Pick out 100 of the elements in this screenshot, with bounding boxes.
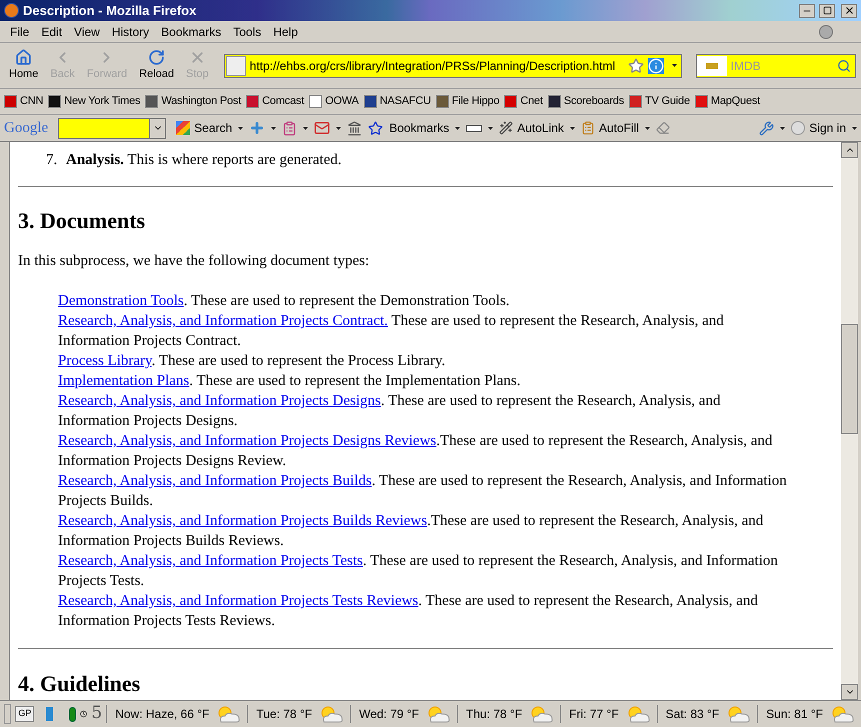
intro-text: In this subprocess, we have the following document types: [18, 252, 370, 271]
bookmark-link[interactable]: Washington Post [161, 93, 242, 110]
document-description: Research, Analysis, and Information Projects Builds. These are used to represent the Research, Analysis, and Information Projects Builds. [58, 472, 788, 511]
search-bar[interactable]: IMDB [696, 54, 856, 78]
document-description: Research, Analysis, and Information Projects Contract. These are used to represent the Research, Analysis, and Information Projects Contract. [58, 312, 725, 351]
document-description: Research, Analysis, and Information Projects Tests. These are used to represent the Research, Analysis, and Information Projects Tests. [58, 552, 779, 591]
clipboard-icon [580, 121, 595, 135]
bookmark-link[interactable]: Comcast [262, 93, 304, 110]
dropdown-caret-icon[interactable] [303, 126, 308, 130]
window-title: Description - Mozilla Firefox [23, 2, 198, 20]
minimize-button[interactable] [799, 4, 815, 18]
document-link[interactable]: Implementation Plans [58, 373, 190, 389]
menu-item[interactable]: Bookmarks [155, 22, 228, 40]
colored-squares-icon [176, 121, 190, 135]
search-button[interactable]: Search [176, 119, 232, 137]
menu-item[interactable]: View [68, 22, 106, 40]
site-icon [226, 56, 246, 76]
document-description: Process Library. These are used to represent the Process Library. [58, 352, 446, 371]
scroll-down-button[interactable] [841, 684, 858, 700]
maximize-icon [822, 6, 832, 15]
weather-text: Fri: 77 °F [569, 706, 619, 723]
sign-in-button[interactable]: Sign in [791, 119, 846, 137]
dropdown-caret-icon[interactable] [672, 64, 677, 67]
bookmark-link[interactable]: Scoreboards [564, 93, 624, 110]
document-link[interactable]: Research, Analysis, and Information Projects Tests Reviews [58, 593, 418, 609]
bookmark-link[interactable]: Cnet [520, 93, 543, 110]
document-link[interactable]: Research, Analysis, and Information Projects Designs Reviews [58, 433, 436, 449]
menu-item[interactable]: File [4, 22, 36, 40]
wrench-icon[interactable] [759, 120, 774, 136]
dropdown-caret-icon[interactable] [780, 126, 786, 130]
section-heading: 3. Documents [18, 207, 146, 235]
weather-text: Thu: 78 °F [466, 706, 522, 723]
dropdown-caret-icon[interactable] [271, 126, 276, 130]
document-description: Research, Analysis, and Information Projects Builds Reviews.These are used to represent the Research, Analysis, and Information Projects Builds Reviews. [58, 512, 764, 551]
activity-indicator-icon [819, 24, 833, 38]
document-link[interactable]: Process Library [58, 353, 152, 369]
list-number: 7. [46, 151, 58, 170]
field-icon[interactable] [466, 124, 482, 132]
magic-wand-icon [499, 121, 514, 135]
house-icon [15, 48, 32, 66]
address-field[interactable]: http://ehbs.org/crs/library/Integration/PRSs/Planning/Description.html [246, 56, 628, 74]
bookmark-link[interactable]: NASAFCU [380, 93, 431, 110]
weather-text: Wed: 79 °F [359, 706, 420, 723]
gp-badge[interactable]: GP [15, 706, 34, 722]
maximize-button[interactable] [819, 4, 835, 18]
address-bar[interactable]: http://ehbs.org/crs/library/Integration/PRSs/Planning/Description.html [224, 54, 682, 78]
bookmark-star-icon[interactable] [628, 58, 644, 74]
search-field[interactable]: IMDB [726, 56, 837, 74]
list-item-text: Analysis. This is where reports are generated. [66, 151, 342, 170]
close-button[interactable] [841, 4, 857, 18]
dropdown-caret-icon[interactable] [238, 126, 244, 130]
document-link[interactable]: Research, Analysis, and Information Projects Builds Reviews [58, 513, 428, 529]
star-icon[interactable] [368, 120, 384, 136]
document-link[interactable]: Research, Analysis, and Information Projects Designs [58, 393, 381, 409]
document-link[interactable]: Research, Analysis, and Information Projects Contract. [58, 313, 388, 329]
weather-text: Sun: 81 °F [766, 706, 823, 723]
document-description: Research, Analysis, and Information Projects Tests Reviews. These are used to represent the Research, Analysis, and Information Projects Tests Reviews. [58, 592, 759, 631]
menu-item[interactable]: Help [267, 22, 304, 40]
count-label: 5 [91, 702, 102, 726]
dropdown-caret-icon[interactable] [455, 126, 460, 130]
bookmark-link[interactable]: CNN [20, 93, 44, 110]
dropdown-caret-icon[interactable] [488, 126, 494, 130]
building-icon[interactable] [347, 120, 362, 136]
bookmark-link[interactable]: OOWA [325, 93, 359, 110]
document-description: Research, Analysis, and Information Projects Designs Reviews.These are used to represent the Research, Analysis, and Information Projects Designs Review. [58, 432, 774, 471]
document-link[interactable]: Research, Analysis, and Information Projects Builds [58, 473, 372, 489]
search-icon[interactable] [836, 58, 851, 72]
menu-item[interactable]: History [106, 22, 156, 40]
document-description: Implementation Plans. These are used to represent the Implementation Plans. [58, 372, 522, 391]
document-link[interactable]: Demonstration Tools [58, 293, 184, 309]
reload-icon [148, 48, 166, 66]
dropdown-caret-icon[interactable] [570, 126, 575, 130]
menu-item[interactable]: Edit [35, 22, 68, 40]
weather-text: Sat: 83 °F [666, 706, 720, 723]
bookmark-link[interactable]: File Hippo [452, 93, 500, 110]
bookmark-link[interactable]: MapQuest [710, 93, 760, 110]
vertical-scrollbar[interactable] [841, 142, 858, 700]
section-heading: 4. Guidelines [18, 670, 142, 698]
menu-item[interactable]: Tools [227, 22, 268, 40]
document-link[interactable]: Research, Analysis, and Information Projects Tests [58, 553, 363, 569]
autofill-button[interactable]: AutoFill [580, 119, 639, 137]
dropdown-caret-icon[interactable] [852, 126, 857, 130]
notepad-icon[interactable] [282, 120, 298, 136]
toolbar-logo: Google [4, 118, 48, 138]
autolink-button[interactable]: AutoLink [499, 119, 564, 137]
scroll-thumb[interactable] [841, 324, 858, 434]
dropdown-caret-icon[interactable] [336, 126, 342, 130]
document-description: Research, Analysis, and Information Projects Designs. These are used to represent the Research, Analysis, and Information Projects Designs. [58, 392, 722, 431]
dropdown-caret-icon[interactable] [644, 126, 650, 130]
document-description: Demonstration Tools. These are used to represent the Demonstration Tools. [58, 292, 511, 311]
toolbar-button[interactable]: Reload [134, 48, 180, 82]
info-icon[interactable] [648, 58, 664, 74]
toolbar-search-field[interactable] [58, 118, 166, 138]
toolbar-button[interactable]: Home [4, 48, 44, 82]
mail-icon[interactable] [314, 120, 330, 136]
scroll-up-button[interactable] [841, 142, 858, 158]
bookmark-link[interactable]: TV Guide [645, 93, 690, 110]
browser-logo-icon [4, 3, 19, 18]
bookmark-link[interactable]: New York Times [64, 93, 140, 110]
bookmarks-button[interactable]: Bookmarks [389, 119, 450, 137]
